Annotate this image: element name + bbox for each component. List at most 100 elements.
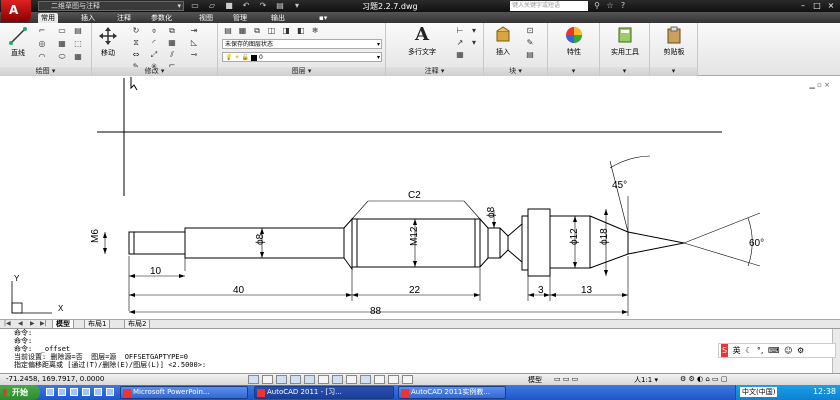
stretch-icon[interactable]: ⇔ — [130, 50, 142, 60]
insert-button[interactable]: 插入 — [486, 25, 520, 57]
tab-home[interactable]: 常用 — [38, 13, 58, 23]
taskbar-item-powerpoint[interactable]: Microsoft PowerPoin... — [120, 386, 248, 399]
open-icon[interactable]: ▱ — [207, 1, 217, 10]
leader-icon[interactable]: ↗ — [454, 38, 466, 48]
dyn-toggle[interactable] — [360, 375, 371, 384]
lwt-toggle[interactable] — [374, 375, 385, 384]
linear-dim-icon[interactable]: ⊢ — [454, 26, 466, 36]
attribute-icon[interactable]: ▤ — [524, 50, 536, 60]
polar-toggle[interactable] — [290, 375, 301, 384]
grid-toggle[interactable] — [262, 375, 273, 384]
edit-block-icon[interactable]: ✎ — [524, 38, 536, 48]
quicklaunch-app-icon[interactable] — [70, 388, 78, 396]
chamfer-icon[interactable]: ◺ — [188, 38, 200, 48]
ellipse-icon[interactable]: ⬭ — [56, 52, 68, 62]
utilities-button[interactable]: 实用工具 — [602, 25, 648, 57]
clipboard-panel-title[interactable]: ▾ — [650, 67, 697, 76]
rectangle-icon[interactable]: ▭ — [56, 26, 68, 36]
extend-icon[interactable]: ⇥ — [188, 26, 200, 36]
quick-view-icons[interactable]: ▭ ▭ ▭ — [554, 375, 578, 383]
gradient-icon[interactable]: ▤ — [72, 26, 84, 36]
line-button[interactable]: 直线 — [4, 26, 32, 58]
block-panel-title[interactable]: 块 ▾ — [484, 67, 547, 76]
tab-view[interactable]: 视图 — [196, 13, 216, 23]
rotate-icon[interactable]: ↻ — [130, 26, 142, 36]
layer-freeze-icon[interactable]: ❄ — [309, 26, 321, 36]
prev-layout-icon[interactable]: ◀ — [18, 320, 23, 327]
otrack-toggle[interactable] — [332, 375, 343, 384]
save-icon[interactable]: ■ — [224, 1, 234, 10]
status-tray-icons[interactable]: ⚙ ⚙ ◐ ⌂ ▭ ▢ — [680, 375, 727, 383]
snap-toggle[interactable] — [248, 375, 259, 384]
array-icon[interactable]: ▦ — [166, 38, 178, 48]
table-icon[interactable]: ▦ — [72, 52, 84, 62]
tab-more-icon[interactable]: ▪▾ — [316, 13, 330, 23]
hatch-icon[interactable]: ▦ — [56, 39, 68, 49]
offset-icon[interactable]: ⫽ — [166, 50, 178, 60]
quicklaunch-app-icon[interactable] — [82, 388, 90, 396]
taskbar-item-autocad-active[interactable]: AutoCAD 2011 - [习... — [254, 386, 394, 399]
tab-output[interactable]: 输出 — [268, 13, 288, 23]
more-icon[interactable]: ▾ — [292, 1, 302, 10]
move-button[interactable]: 移动 — [94, 26, 122, 58]
command-prompt-line[interactable]: 指定偏移距离或 [通过(T)/删除(E)/图层(L)] <2.5000>: — [14, 361, 840, 369]
fillet-icon[interactable]: ◜ — [148, 38, 160, 48]
taskbar-item-autocad-tutorial[interactable]: AutoCAD 2011实例教... — [398, 386, 506, 399]
layer-off-icon[interactable]: ◧ — [295, 26, 307, 36]
first-layout-icon[interactable]: |◀ — [4, 320, 11, 327]
maximize-icon[interactable]: □ — [810, 0, 824, 11]
star-icon[interactable]: ☆ — [605, 1, 615, 11]
layers-panel-title[interactable]: 图层 ▾ — [218, 67, 385, 76]
model-space-label[interactable]: 模型 — [528, 375, 542, 385]
ortho-toggle[interactable] — [276, 375, 287, 384]
layer-select[interactable]: 💡 ☀ 🔓 0 ▾ — [222, 52, 382, 62]
ime-toolbar[interactable]: S 英 ☾ °, ⌨ ☺ ⚙ — [718, 343, 836, 358]
tab-annotate[interactable]: 注释 — [114, 13, 134, 23]
tab-insert[interactable]: 插入 — [78, 13, 98, 23]
redo-icon[interactable]: ↷ — [258, 1, 268, 10]
command-window[interactable]: 命令: 命令: 命令: _offset 当前设置: 删除源=否 图层=源 OFF… — [0, 328, 840, 374]
leader-dropdown-icon[interactable]: ▾ — [468, 38, 480, 48]
print-icon[interactable]: ▤ — [275, 1, 285, 10]
circle-icon[interactable]: ◎ — [36, 39, 48, 49]
annotation-panel-title[interactable]: 注释 ▾ — [386, 67, 483, 76]
tpy-toggle[interactable] — [388, 375, 399, 384]
undo-icon[interactable]: ↶ — [241, 1, 251, 10]
annotation-scale[interactable]: 人1:1 ▾ — [634, 375, 658, 385]
start-button[interactable]: 开始 — [0, 385, 40, 400]
arc-icon[interactable]: ◠ — [36, 52, 48, 62]
3dosnap-toggle[interactable] — [318, 375, 329, 384]
next-layout-icon[interactable]: ▶ — [30, 320, 35, 327]
language-indicator[interactable]: 中文(中国) — [740, 387, 778, 397]
last-layout-icon[interactable]: ▶| — [40, 320, 47, 327]
layer-previous-icon[interactable]: ◫ — [266, 26, 278, 36]
help-icon[interactable]: ? — [618, 1, 628, 11]
table-icon[interactable]: ▦ — [454, 50, 466, 60]
scale-icon[interactable]: ⤢ — [148, 50, 160, 60]
layer-state-icon[interactable]: ▦ — [237, 26, 249, 36]
ducs-toggle[interactable] — [346, 375, 357, 384]
quicklaunch-app-icon[interactable] — [46, 388, 54, 396]
layer-match-icon[interactable]: ⧉ — [251, 26, 263, 36]
tab-parametric[interactable]: 参数化 — [148, 13, 175, 23]
quicklaunch-app-icon[interactable] — [58, 388, 66, 396]
break-icon[interactable]: ⊸ — [188, 50, 200, 60]
mirror-icon[interactable]: ⧖ — [130, 38, 142, 48]
copy-icon[interactable]: ⧉ — [166, 26, 178, 36]
quicklaunch-app-icon[interactable] — [106, 388, 114, 396]
dim-dropdown-icon[interactable]: ▾ — [468, 26, 480, 36]
polyline-icon[interactable]: ⌐ — [36, 26, 48, 36]
new-icon[interactable]: ▭ — [190, 1, 200, 10]
region-icon[interactable]: ⬚ — [72, 39, 84, 49]
modify-panel-title[interactable]: 修改 ▾ — [92, 67, 217, 76]
search-input[interactable]: 键入关键字或短语 — [510, 1, 588, 11]
layer-isolate-icon[interactable]: ◨ — [280, 26, 292, 36]
draw-panel-title[interactable]: 绘图 ▾ — [0, 67, 91, 76]
tab-manage[interactable]: 管理 — [230, 13, 250, 23]
qp-toggle[interactable] — [402, 375, 413, 384]
osnap-toggle[interactable] — [304, 375, 315, 384]
properties-button[interactable]: 特性 — [554, 25, 594, 57]
clipboard-button[interactable]: 剪贴板 — [652, 25, 696, 57]
quicklaunch-app-icon[interactable] — [94, 388, 102, 396]
utilities-panel-title[interactable]: ▾ — [600, 67, 649, 76]
